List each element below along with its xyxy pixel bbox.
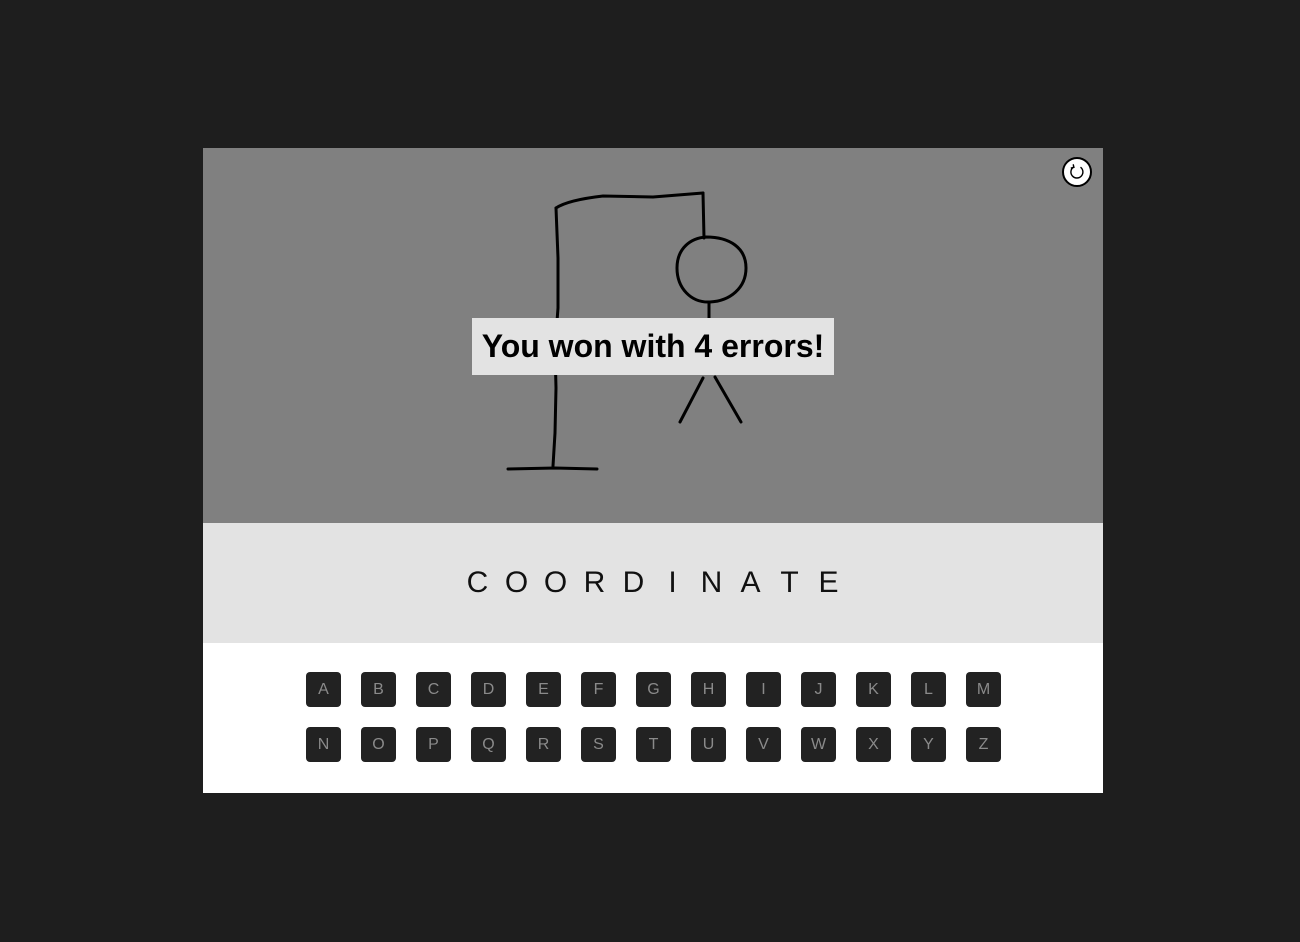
key-s[interactable]: S	[581, 727, 616, 762]
key-c[interactable]: C	[416, 672, 451, 707]
hangman-right-leg	[713, 375, 743, 424]
key-n[interactable]: N	[306, 727, 341, 762]
word-letter: R	[583, 566, 606, 599]
key-e[interactable]: E	[526, 672, 561, 707]
key-a[interactable]: A	[306, 672, 341, 707]
key-p[interactable]: P	[416, 727, 451, 762]
key-u[interactable]: U	[691, 727, 726, 762]
key-b[interactable]: B	[361, 672, 396, 707]
key-j[interactable]: J	[801, 672, 836, 707]
word-letter: O	[504, 566, 529, 599]
key-z[interactable]: Z	[966, 727, 1001, 762]
gallows-rope	[701, 191, 706, 240]
key-d[interactable]: D	[471, 672, 506, 707]
key-o[interactable]: O	[361, 727, 396, 762]
keyboard-row-1: ABCDEFGHIJKLM	[306, 672, 1001, 707]
key-y[interactable]: Y	[911, 727, 946, 762]
key-g[interactable]: G	[636, 672, 671, 707]
gallows-beam	[554, 191, 705, 210]
word-letter: T	[780, 566, 799, 599]
hangman-head	[675, 235, 748, 304]
key-t[interactable]: T	[636, 727, 671, 762]
game-result-message: You won with 4 errors!	[472, 318, 834, 375]
key-f[interactable]: F	[581, 672, 616, 707]
word-letter: A	[740, 566, 761, 599]
word-letter: O	[543, 566, 568, 599]
word-letter: N	[700, 566, 723, 599]
word-letter: I	[668, 566, 677, 599]
restart-button[interactable]	[1062, 157, 1092, 187]
word-letter: E	[818, 566, 839, 599]
key-v[interactable]: V	[746, 727, 781, 762]
key-x[interactable]: X	[856, 727, 891, 762]
key-q[interactable]: Q	[471, 727, 506, 762]
key-h[interactable]: H	[691, 672, 726, 707]
word-panel: COORDINATE	[203, 523, 1103, 643]
hangman-game: You won with 4 errors! COORDINATE ABCDEF…	[203, 148, 1103, 793]
word-letter: C	[466, 566, 489, 599]
key-i[interactable]: I	[746, 672, 781, 707]
refresh-icon	[1070, 164, 1084, 179]
revealed-word: COORDINATE	[203, 523, 1103, 643]
key-l[interactable]: L	[911, 672, 946, 707]
key-m[interactable]: M	[966, 672, 1001, 707]
keyboard-row-2: NOPQRSTUVWXYZ	[306, 727, 1001, 762]
gallows-stage: You won with 4 errors!	[203, 148, 1103, 523]
hangman-left-leg	[678, 376, 705, 424]
key-k[interactable]: K	[856, 672, 891, 707]
key-w[interactable]: W	[801, 727, 836, 762]
key-r[interactable]: R	[526, 727, 561, 762]
word-letter: D	[622, 566, 645, 599]
letter-keyboard: ABCDEFGHIJKLM NOPQRSTUVWXYZ	[203, 643, 1103, 793]
gallows-base	[506, 466, 599, 471]
